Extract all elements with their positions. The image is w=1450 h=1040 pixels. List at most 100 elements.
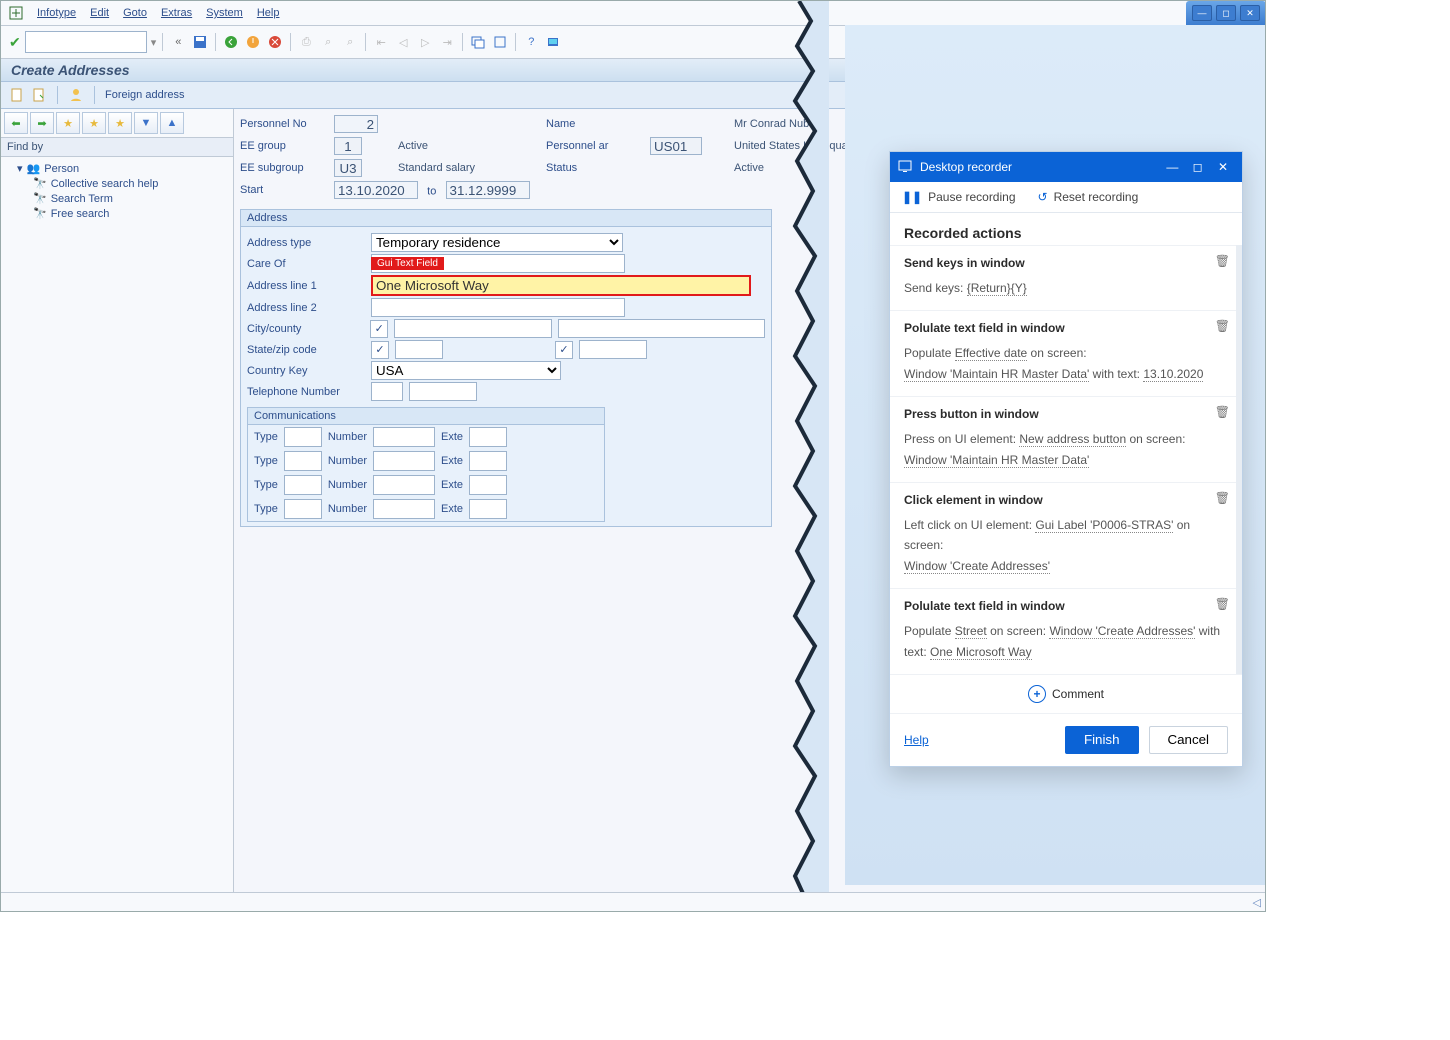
close-icon[interactable]: ✕ [1240, 5, 1260, 21]
find-next-icon[interactable]: ⌕ [341, 33, 359, 51]
exit-icon[interactable] [244, 33, 262, 51]
maximize-icon[interactable]: ◻ [1216, 5, 1236, 21]
zip-field[interactable] [579, 340, 647, 359]
tree-freesearch[interactable]: 🔭Free search [7, 206, 227, 221]
to-field[interactable] [446, 181, 530, 199]
rec-close-icon[interactable]: ✕ [1212, 156, 1234, 178]
comm-exte-field[interactable] [469, 451, 507, 471]
help-link[interactable]: Help [904, 733, 929, 747]
first-page-icon[interactable]: ⇤ [372, 33, 390, 51]
cancel-button[interactable]: Cancel [1149, 726, 1229, 754]
finish-button[interactable]: Finish [1065, 726, 1139, 754]
enter-icon[interactable]: ✔ [9, 34, 21, 51]
nav-fav1-icon[interactable]: ★ [56, 112, 80, 134]
action-param[interactable]: Window 'Create Addresses' [1049, 624, 1195, 639]
save-icon[interactable] [191, 33, 209, 51]
line2-field[interactable] [371, 298, 625, 317]
comm-exte-field[interactable] [469, 427, 507, 447]
ee-subgroup-field[interactable] [334, 159, 362, 177]
personnel-ar-field[interactable] [650, 137, 702, 155]
back-pair-icon[interactable]: « [169, 33, 187, 51]
next-page-icon[interactable]: ▷ [416, 33, 434, 51]
country-select[interactable]: USA [371, 361, 561, 380]
nav-fwd-icon[interactable]: ➡ [30, 112, 54, 134]
phone-area-field[interactable] [371, 382, 403, 401]
menu-help[interactable]: Help [257, 7, 280, 19]
print-icon[interactable]: ⎙ [297, 33, 315, 51]
delete-action-icon[interactable]: 🗑 [1215, 491, 1230, 505]
comm-exte-field[interactable] [469, 475, 507, 495]
comm-number-field[interactable] [373, 475, 435, 495]
person-icon[interactable] [68, 87, 84, 103]
action-param[interactable]: Window 'Create Addresses' [904, 559, 1050, 574]
last-page-icon[interactable]: ⇥ [438, 33, 456, 51]
comm-number-field[interactable] [373, 499, 435, 519]
menu-edit[interactable]: Edit [90, 7, 109, 19]
action-param[interactable]: 13.10.2020 [1143, 367, 1203, 382]
line1-field[interactable] [371, 275, 751, 296]
county-field[interactable] [558, 319, 765, 338]
nav-back-icon[interactable]: ⬅ [4, 112, 28, 134]
ee-group-field[interactable] [334, 137, 362, 155]
state-field[interactable] [395, 340, 443, 359]
cancel-icon[interactable] [266, 33, 284, 51]
action-title: Send keys in window [904, 256, 1222, 270]
layout-icon[interactable] [544, 33, 562, 51]
doc-right-icon[interactable] [31, 87, 47, 103]
delete-action-icon[interactable]: 🗑 [1215, 405, 1230, 419]
personnel-no-field[interactable] [334, 115, 378, 133]
doc-left-icon[interactable] [9, 87, 25, 103]
address-type-select[interactable]: Temporary residence [371, 233, 623, 252]
menu-system[interactable]: System [206, 7, 243, 19]
nav-fav2-icon[interactable]: ★ [82, 112, 106, 134]
shortcut-icon[interactable] [491, 33, 509, 51]
expand-icon[interactable]: ▾ [17, 162, 23, 175]
minimize-icon[interactable]: — [1192, 5, 1212, 21]
tree-person[interactable]: ▾ 👥 Person [7, 161, 227, 176]
comm-exte-field[interactable] [469, 499, 507, 519]
action-param[interactable]: One Microsoft Way [930, 645, 1032, 660]
nav-expand-icon[interactable]: ▼ [134, 112, 158, 134]
foreign-address-link[interactable]: Foreign address [105, 89, 185, 101]
rec-minimize-icon[interactable]: — [1161, 156, 1183, 178]
pause-recording[interactable]: ❚❚Pause recording [902, 190, 1016, 204]
action-param[interactable]: Effective date [955, 346, 1028, 361]
back-icon[interactable] [222, 33, 240, 51]
action-param[interactable]: New address button [1019, 432, 1126, 447]
phone-number-field[interactable] [409, 382, 477, 401]
reset-recording[interactable]: ↺Reset recording [1038, 190, 1139, 204]
comm-type-field[interactable] [284, 427, 322, 447]
command-field[interactable] [25, 31, 147, 53]
nav-fav3-icon[interactable]: ★ [108, 112, 132, 134]
delete-action-icon[interactable]: 🗑 [1215, 597, 1230, 611]
add-comment[interactable]: + Comment [890, 674, 1242, 713]
start-field[interactable] [334, 181, 418, 199]
find-icon[interactable]: ⌕ [319, 33, 337, 51]
action-param[interactable]: Street [955, 624, 987, 639]
rec-maximize-icon[interactable]: ◻ [1187, 156, 1209, 178]
action-param[interactable]: Window 'Maintain HR Master Data' [904, 367, 1089, 382]
comm-number-field[interactable] [373, 451, 435, 471]
comm-type-field[interactable] [284, 451, 322, 471]
resize-grip-icon[interactable]: ◁ [1253, 896, 1261, 909]
tree-collective[interactable]: 🔭Collective search help [7, 176, 227, 191]
comm-type-label: Type [254, 455, 278, 467]
help-icon[interactable]: ? [522, 33, 540, 51]
nav-collapse-icon[interactable]: ▲ [160, 112, 184, 134]
new-session-icon[interactable] [469, 33, 487, 51]
menu-extras[interactable]: Extras [161, 7, 192, 19]
menu-infotype[interactable]: Infotype [37, 7, 76, 19]
city-field[interactable] [394, 319, 552, 338]
delete-action-icon[interactable]: 🗑 [1215, 254, 1230, 268]
comm-type-field[interactable] [284, 475, 322, 495]
prev-page-icon[interactable]: ◁ [394, 33, 412, 51]
comm-number-field[interactable] [373, 427, 435, 447]
action-param[interactable]: Gui Label 'P0006-STRAS' [1035, 518, 1173, 533]
delete-action-icon[interactable]: 🗑 [1215, 319, 1230, 333]
action-param[interactable]: Window 'Maintain HR Master Data' [904, 453, 1089, 468]
comm-type-field[interactable] [284, 499, 322, 519]
tree-searchterm[interactable]: 🔭Search Term [7, 191, 227, 206]
app-menu-icon[interactable] [9, 6, 23, 20]
action-param[interactable]: {Return}{Y} [967, 281, 1027, 296]
menu-goto[interactable]: Goto [123, 7, 147, 19]
